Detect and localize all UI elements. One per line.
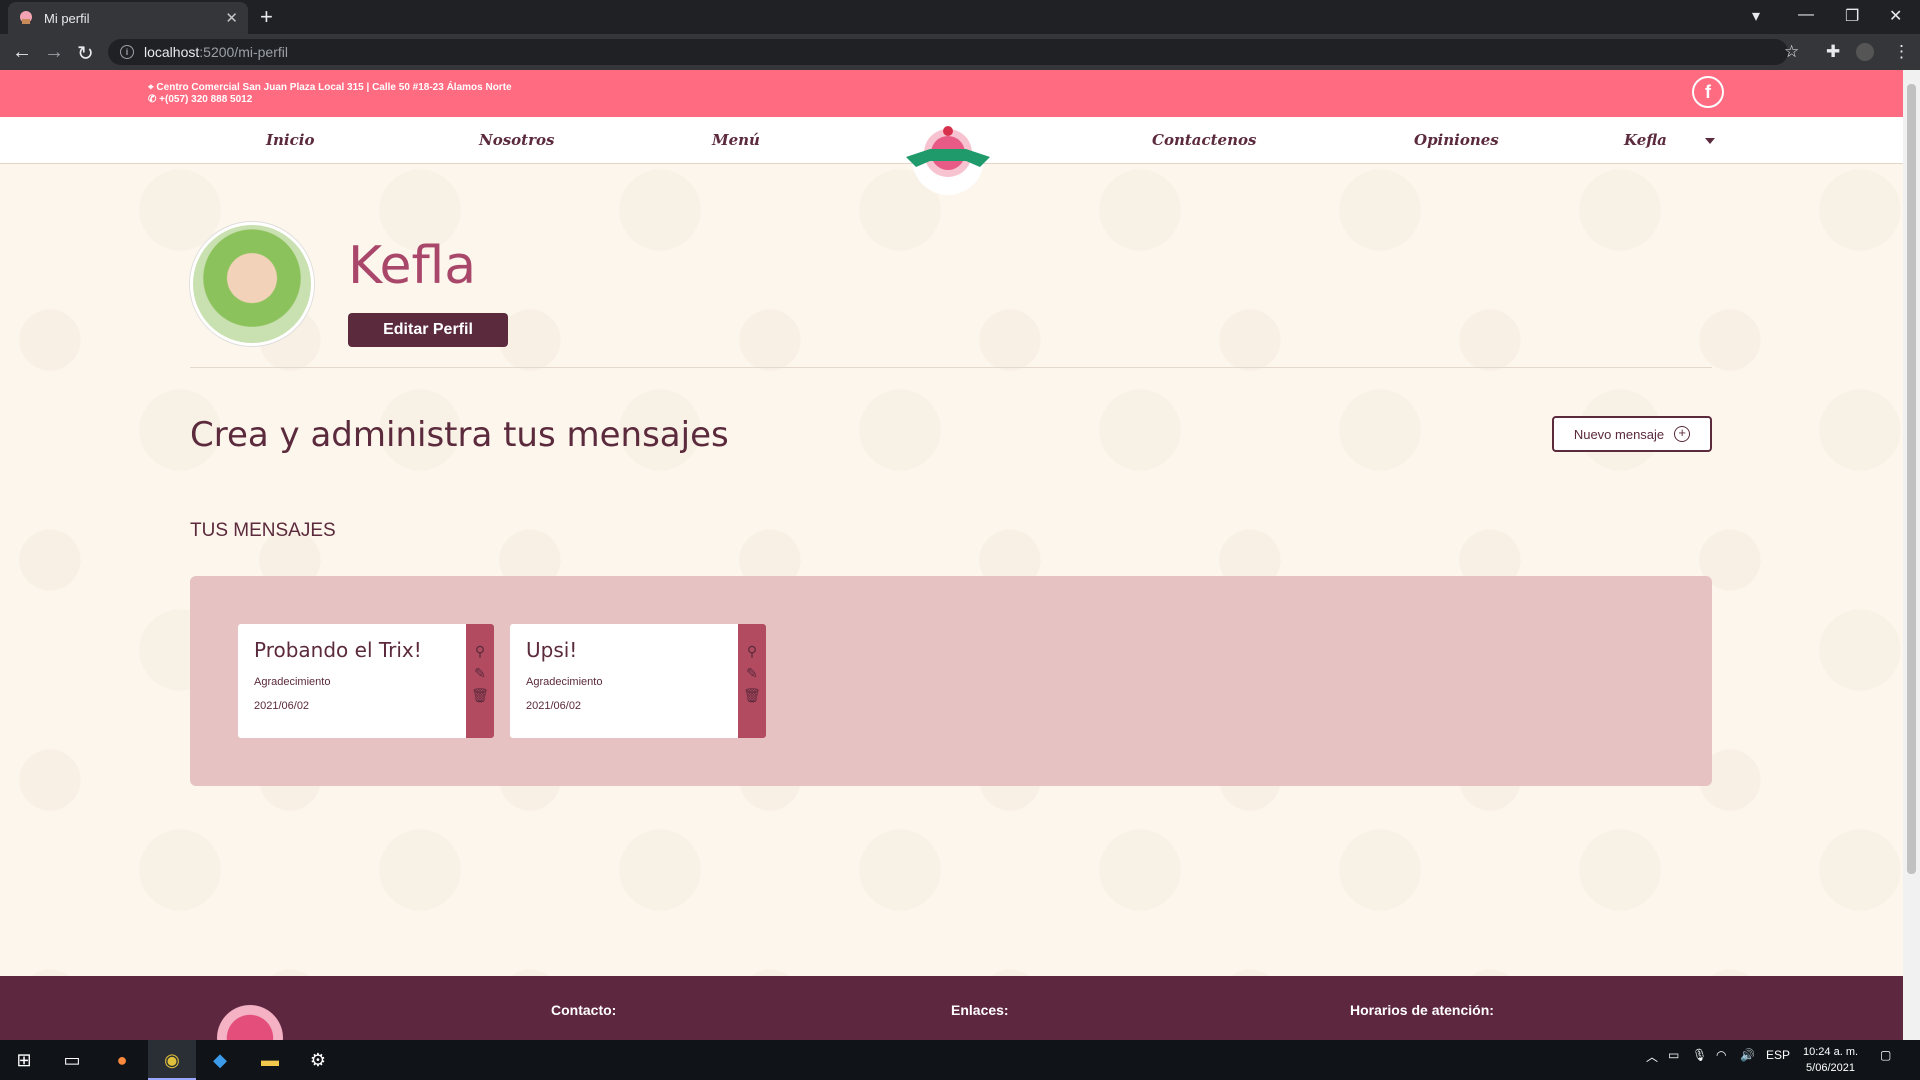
- wifi-icon[interactable]: ◠: [1716, 1048, 1726, 1062]
- microphone-icon[interactable]: 🎙: [1692, 1048, 1707, 1062]
- task-view-icon[interactable]: ▭: [60, 1048, 84, 1072]
- message-category: Agradecimiento: [254, 676, 331, 688]
- address-info: ⌖ Centro Comercial San Juan Plaza Local …: [148, 82, 512, 106]
- edit-icon[interactable]: ✎: [738, 662, 766, 684]
- bakery-logo[interactable]: [900, 115, 996, 197]
- firefox-icon[interactable]: ●: [110, 1048, 134, 1072]
- message-date: 2021/06/02: [526, 700, 582, 712]
- edit-icon[interactable]: ✎: [466, 662, 494, 684]
- nav-opiniones[interactable]: Opiniones: [1414, 131, 1499, 149]
- scrollbar-thumb[interactable]: [1907, 84, 1916, 874]
- extensions-icon[interactable]: ✚: [1826, 42, 1840, 62]
- minimize-icon[interactable]: —: [1798, 6, 1814, 24]
- forward-icon[interactable]: →: [44, 41, 64, 64]
- new-message-button[interactable]: Nuevo mensaje +: [1552, 416, 1712, 452]
- bookmark-star-icon[interactable]: ☆: [1784, 42, 1799, 62]
- close-tab-icon[interactable]: ✕: [225, 9, 238, 27]
- clock-time: 10:24 a. m.: [1803, 1046, 1859, 1058]
- view-icon[interactable]: ⚲: [466, 640, 494, 662]
- page-scrollbar[interactable]: [1903, 70, 1920, 1040]
- phone-text: +(057) 320 888 5012: [159, 94, 253, 105]
- user-dropdown-caret-icon[interactable]: [1705, 138, 1715, 144]
- file-explorer-icon[interactable]: ▬: [258, 1048, 282, 1072]
- nav-menu[interactable]: Menú: [712, 131, 760, 149]
- site-info-icon[interactable]: i: [120, 45, 134, 59]
- cupcake-favicon-icon: [20, 11, 32, 24]
- clock-date: 5/06/2021: [1806, 1062, 1855, 1074]
- windows-start-icon[interactable]: ⊞: [12, 1048, 36, 1072]
- os-taskbar: ⊞ ▭ ● ◉ ◆ ▬ ⚙ ︿ ▭ 🎙 ◠ 🔊 ESP 10:24 a. m. …: [0, 1040, 1920, 1080]
- new-message-label: Nuevo mensaje: [1573, 426, 1665, 442]
- phone-icon: ✆: [148, 94, 160, 105]
- footer-contact-heading: Contacto:: [551, 1002, 617, 1018]
- facebook-icon[interactable]: f: [1692, 76, 1724, 108]
- battery-icon[interactable]: ▭: [1668, 1048, 1679, 1062]
- settings-icon[interactable]: ⚙: [306, 1048, 330, 1072]
- messages-panel: Probando el Trix! Agradecimiento 2021/06…: [190, 576, 1712, 786]
- message-title: Probando el Trix!: [254, 638, 422, 662]
- tray-chevron-icon[interactable]: ︿: [1646, 1048, 1658, 1065]
- reload-icon[interactable]: ↻: [77, 41, 94, 66]
- clock[interactable]: 10:24 a. m. 5/06/2021: [1803, 1044, 1858, 1076]
- nav-inicio[interactable]: Inicio: [266, 131, 314, 149]
- profile-username: Kefla: [348, 236, 477, 296]
- nav-nosotros[interactable]: Nosotros: [479, 131, 554, 149]
- volume-icon[interactable]: 🔊: [1740, 1048, 1755, 1062]
- message-date: 2021/06/02: [254, 700, 310, 712]
- nav-user[interactable]: Kefla: [1624, 131, 1667, 149]
- browser-menu-icon[interactable]: ⋮: [1893, 42, 1910, 62]
- browser-tab[interactable]: Mi perfil ✕: [8, 2, 248, 34]
- messages-list-title: TUS MENSAJES: [190, 520, 336, 541]
- restore-icon[interactable]: ❐: [1845, 6, 1859, 26]
- edit-profile-button[interactable]: Editar Perfil: [348, 313, 508, 347]
- profile-avatar-image: [190, 222, 314, 346]
- messages-section-title: Crea y administra tus mensajes: [190, 415, 729, 455]
- address-text: Centro Comercial San Juan Plaza Local 31…: [156, 82, 512, 93]
- trash-icon[interactable]: 🗑: [738, 684, 766, 706]
- top-info-bar: ⌖ Centro Comercial San Juan Plaza Local …: [0, 70, 1903, 117]
- message-title: Upsi!: [526, 638, 578, 662]
- browser-tabbar: Mi perfil ✕ + ▾ — ❐ ✕: [0, 0, 1920, 34]
- add-circle-icon: +: [1674, 426, 1691, 442]
- footer-logo: [200, 996, 300, 1040]
- page-viewport: ⌖ Centro Comercial San Juan Plaza Local …: [0, 70, 1903, 1040]
- site-footer: Contacto: Enlaces: Horarios de atención:: [0, 976, 1903, 1040]
- message-category: Agradecimiento: [526, 676, 603, 688]
- nav-contactenos[interactable]: Contactenos: [1152, 131, 1256, 149]
- url-host: localhost: [144, 44, 200, 60]
- footer-links-heading: Enlaces:: [951, 1002, 1009, 1018]
- new-tab-button[interactable]: +: [260, 4, 273, 30]
- tab-search-icon[interactable]: ▾: [1752, 6, 1760, 26]
- chrome-icon[interactable]: ◉: [160, 1048, 184, 1072]
- profile-avatar[interactable]: [1856, 43, 1874, 61]
- language-indicator[interactable]: ESP: [1766, 1048, 1790, 1062]
- profile-divider: [190, 367, 1712, 368]
- window-close-icon[interactable]: ✕: [1889, 6, 1902, 26]
- message-actions: ⚲ ✎ 🗑: [738, 624, 766, 738]
- message-card[interactable]: Probando el Trix! Agradecimiento 2021/06…: [238, 624, 494, 738]
- browser-toolbar: ← → ↻ i localhost:5200/mi-perfil ☆ ✚ ⋮: [0, 34, 1920, 70]
- back-icon[interactable]: ←: [12, 41, 32, 64]
- message-actions: ⚲ ✎ 🗑: [466, 624, 494, 738]
- address-bar[interactable]: i localhost:5200/mi-perfil: [108, 39, 1788, 65]
- view-icon[interactable]: ⚲: [738, 640, 766, 662]
- vscode-icon[interactable]: ◆: [208, 1048, 232, 1072]
- trash-icon[interactable]: 🗑: [466, 684, 494, 706]
- notifications-icon[interactable]: ▢: [1880, 1048, 1891, 1062]
- url-path: :5200/mi-perfil: [199, 44, 288, 60]
- footer-hours-heading: Horarios de atención:: [1350, 1002, 1494, 1018]
- tab-title: Mi perfil: [44, 10, 90, 26]
- message-card[interactable]: Upsi! Agradecimiento 2021/06/02 ⚲ ✎ 🗑: [510, 624, 766, 738]
